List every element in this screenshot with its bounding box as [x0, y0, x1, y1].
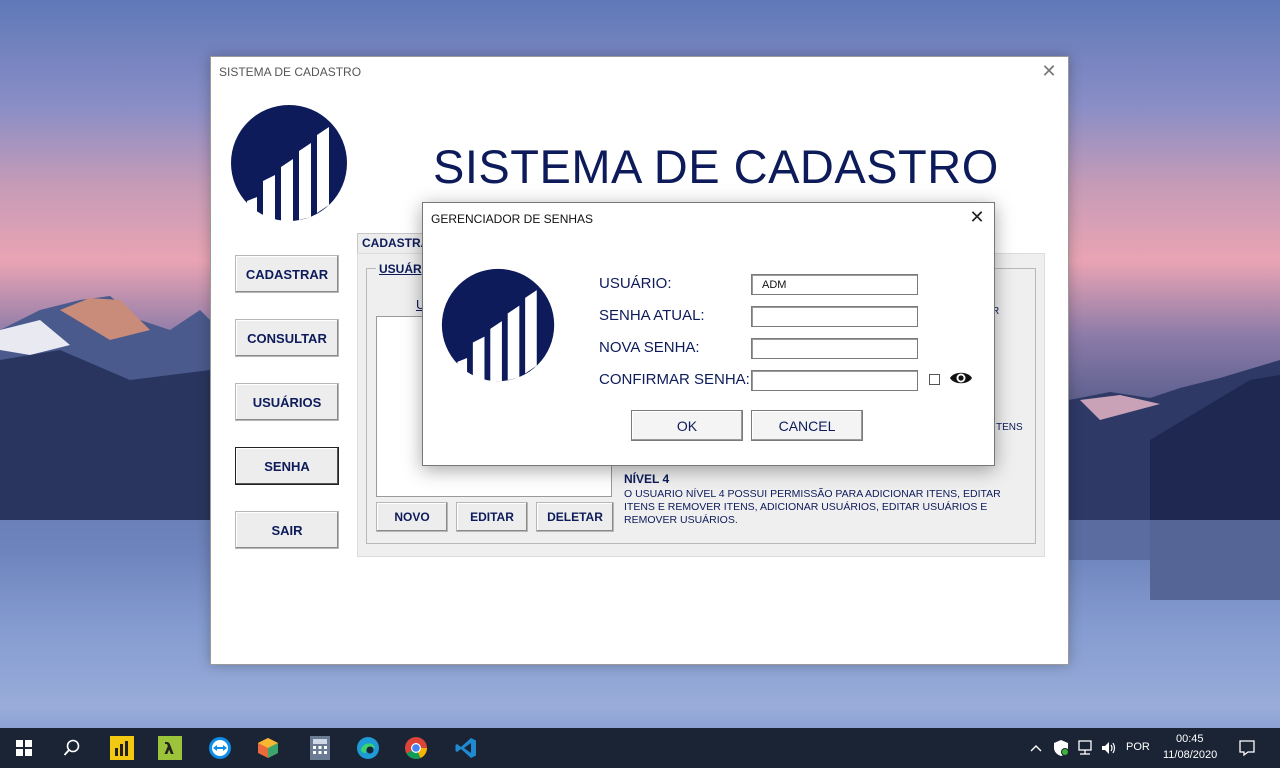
new-button[interactable]: NOVO	[376, 502, 448, 532]
close-icon[interactable]: ✕	[1040, 61, 1058, 82]
level4-description: O USUARIO NÍVEL 4 POSSUI PERMISSÃO PARA …	[624, 488, 1001, 526]
ok-button[interactable]: OK	[631, 410, 743, 441]
company-logo	[225, 101, 347, 221]
teamviewer-icon[interactable]	[196, 728, 244, 768]
confirm-password-field[interactable]	[751, 370, 918, 391]
user-label: USUÁRIO:	[599, 275, 672, 292]
user-field[interactable]	[751, 274, 918, 295]
vscode-icon[interactable]	[442, 728, 490, 768]
confirm-password-label: CONFIRMAR SENHA:	[599, 371, 750, 388]
dialog-title: GERENCIADOR DE SENHAS	[431, 212, 594, 226]
current-password-label: SENHA ATUAL:	[599, 307, 705, 324]
eye-icon[interactable]	[949, 369, 973, 387]
chevron-up-icon[interactable]	[1028, 740, 1044, 756]
language-indicator[interactable]: POR	[1126, 741, 1150, 753]
edge-icon[interactable]	[344, 728, 392, 768]
usuarios-button[interactable]: USUÁRIOS	[235, 383, 339, 421]
cancel-button[interactable]: CANCEL	[751, 410, 863, 441]
current-password-field[interactable]	[751, 306, 918, 327]
box-app-icon[interactable]	[244, 728, 292, 768]
chrome-icon[interactable]	[392, 728, 440, 768]
taskbar: λ POR 00:45 11/08/2020	[0, 728, 1280, 768]
level4-title: NÍVEL 4	[624, 472, 670, 486]
calculator-icon[interactable]	[296, 728, 344, 768]
volume-icon[interactable]	[1100, 739, 1118, 757]
cadastrar-button[interactable]: CADASTRAR	[235, 255, 339, 293]
search-icon[interactable]	[48, 728, 96, 768]
window-title: SISTEMA DE CADASTRO	[219, 65, 362, 79]
clock-time[interactable]: 00:45	[1176, 733, 1204, 745]
power-bi-icon[interactable]	[98, 728, 146, 768]
password-manager-dialog: GERENCIADOR DE SENHAS ✕ USUÁRIO: SENHA A…	[422, 202, 995, 466]
page-heading: SISTEMA DE CADASTRO	[433, 140, 999, 193]
new-password-label: NOVA SENHA:	[599, 339, 700, 356]
security-shield-icon[interactable]	[1052, 739, 1070, 757]
delete-button[interactable]: DELETAR	[536, 502, 614, 532]
network-icon[interactable]	[1076, 739, 1094, 757]
clock-date[interactable]: 11/08/2020	[1163, 749, 1217, 761]
notifications-icon[interactable]	[1238, 739, 1256, 757]
consultar-button[interactable]: CONSULTAR	[235, 319, 339, 357]
company-logo	[435, 265, 555, 382]
show-password-checkbox[interactable]	[929, 374, 940, 385]
close-icon[interactable]: ✕	[968, 207, 986, 228]
users-group-label: USUÁR	[376, 262, 422, 276]
senha-button[interactable]: SENHA	[235, 447, 339, 485]
lambda-app-icon[interactable]: λ	[146, 728, 194, 768]
new-password-field[interactable]	[751, 338, 918, 359]
windows-start-icon[interactable]	[0, 728, 48, 768]
sair-button[interactable]: SAIR	[235, 511, 339, 549]
svg-text:λ: λ	[164, 739, 174, 758]
edit-button[interactable]: EDITAR	[456, 502, 528, 532]
level-text-fragment: TENS	[996, 422, 1023, 433]
